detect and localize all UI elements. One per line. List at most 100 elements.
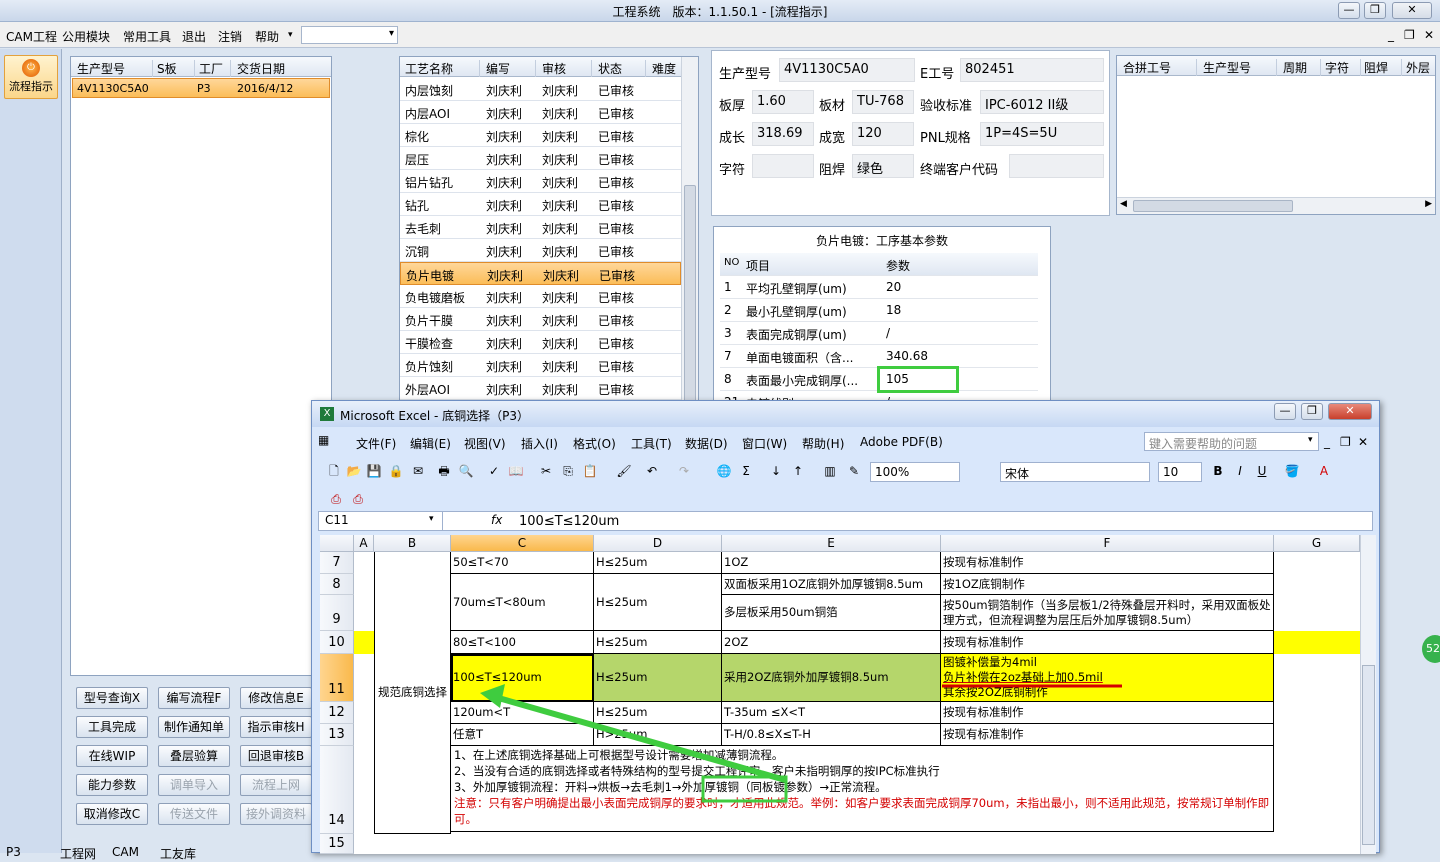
excel-menu-insert[interactable]: 插入(I) [521,435,558,452]
panel-hscrollbar[interactable]: ◀ ▶ [1117,197,1435,214]
print-icon[interactable]: 🖶 [436,463,452,479]
capability-button[interactable]: 能力参数 [76,774,148,796]
col-header-a[interactable]: A [354,535,374,552]
row-header-13[interactable]: 13 [320,724,354,746]
cell-e10[interactable]: 2OZ [722,631,941,654]
online-wip-button[interactable]: 在线WIP [76,745,148,767]
table-row[interactable]: 负片电镀 刘庆利 刘庆利 已审核 [400,262,681,285]
row-header-11[interactable]: 11 [320,654,354,702]
font-select[interactable]: 宋体 [1000,462,1150,482]
customer-code-field[interactable] [1009,154,1104,178]
table-row[interactable]: 负电镀磨板 刘庆利 刘庆利 已审核 [400,285,681,308]
flow-indicator-button[interactable]: ⏻ 流程指示 [4,55,58,99]
fx-icon[interactable]: fx [491,513,502,527]
table-row[interactable]: 3 表面完成铜厚(um) / [720,322,1038,345]
name-box[interactable]: C11 [319,512,443,530]
cell-e8[interactable]: 双面板采用1OZ底铜外加厚镀铜8.5um [722,574,941,595]
cell-a10[interactable] [354,631,374,654]
col-header-sboard[interactable]: S板 [157,60,195,77]
tab-p3[interactable]: P3 [6,845,21,859]
table-row[interactable]: 干膜检查 刘庆利 刘庆利 已审核 [400,331,681,354]
scroll-left-icon[interactable]: ◀ [1120,199,1127,209]
cut-icon[interactable]: ✂ [538,463,554,479]
cell-e9[interactable]: 多层板采用50um铜箔 [722,595,941,631]
pdf-convert-icon[interactable]: ⎙ [328,491,344,507]
tab-engineering-net[interactable]: 工程网 [60,845,96,862]
worksheet-grid[interactable]: A B C D E F G 7 8 9 10 11 12 13 14 15 规范… [320,535,1360,854]
cell-f10[interactable]: 按现有标准制作 [941,631,1274,654]
cell-c12[interactable]: 120um<T [451,702,594,724]
preview-icon[interactable]: 🔍 [458,463,474,479]
excel-menu-file[interactable]: 文件(F) [356,435,396,452]
cell-f13[interactable]: 按现有标准制作 [941,724,1274,746]
table-row[interactable]: 1 平均孔壁铜厚(um) 20 [720,276,1038,299]
name-box-dropdown-icon[interactable]: ▾ [429,514,434,524]
table-row[interactable]: 去毛刺 刘庆利 刘庆利 已审核 [400,216,681,239]
paste-icon[interactable]: 📋 [582,463,598,479]
cancel-edit-button[interactable]: 取消修改C [76,803,148,825]
select-all[interactable] [320,535,354,552]
col-header-difficulty[interactable]: 难度 [652,60,682,77]
model-query-button[interactable]: 型号查询X [76,687,148,709]
width-field[interactable]: 120 [852,122,914,146]
col-header-date[interactable]: 交货日期 [237,60,327,77]
doc-minimize-icon[interactable]: _ [1324,435,1330,449]
excel-menu-window[interactable]: 窗口(W) [742,435,787,452]
material-field[interactable]: TU-768 [852,90,914,114]
mdi-restore-icon[interactable]: ❐ [1404,28,1415,42]
eno-field[interactable]: 802451 [960,58,1104,82]
drawing-icon[interactable]: ✎ [846,463,862,479]
fill-color-icon[interactable]: 🪣 [1284,463,1300,479]
cell-d11[interactable]: H≤25um [594,654,722,702]
col-header-status[interactable]: 状态 [598,60,646,77]
table-row[interactable]: 外层AOI 刘庆利 刘庆利 已审核 [400,377,681,400]
excel-menu-view[interactable]: 视图(V) [464,435,506,452]
pdf-email-icon[interactable]: ⎙ [350,491,366,507]
import-order-button[interactable]: 调单导入 [158,774,230,796]
col-header-char[interactable]: 字符 [1325,59,1361,76]
notes-cell[interactable]: 1、在上述底铜选择基础上可根据型号设计需要增加减薄铜流程。 2、当没有合适的底铜… [451,746,1274,832]
open-icon[interactable]: 📂 [346,463,362,479]
table-row[interactable]: 内层蚀刻 刘庆利 刘庆利 已审核 [400,78,681,101]
scroll-thumb[interactable] [684,185,696,405]
soldermask-field[interactable]: 绿色 [852,154,914,178]
maximize-button[interactable]: ❐ [1364,2,1386,19]
col-header-mask[interactable]: 阻焊 [1364,59,1402,76]
cell-c11[interactable]: 100≤T≤120um [451,654,594,702]
underline-icon[interactable]: U [1254,463,1270,479]
copy-icon[interactable]: ⎘ [560,463,576,479]
scroll-right-icon[interactable]: ▶ [1425,199,1432,209]
col-header-reviewer[interactable]: 审核 [542,60,592,77]
row-header-9[interactable]: 9 [320,595,354,631]
cell-c7[interactable]: 50≤T<70 [451,552,594,574]
menu-logout[interactable]: 注销 [218,28,242,45]
excel-menu-adobe[interactable]: Adobe PDF(B) [860,435,943,449]
mdi-minimize-icon[interactable]: _ [1388,28,1394,42]
side-badge[interactable]: 52 [1422,635,1440,663]
col-header-e[interactable]: E [722,535,941,552]
zoom-select[interactable]: 100% [870,462,960,482]
table-row[interactable]: 钻孔 刘庆利 刘庆利 已审核 [400,193,681,216]
row-header-7[interactable]: 7 [320,552,354,574]
table-row[interactable]: 7 单面电镀面积（含... 340.68 [720,345,1038,368]
email-icon[interactable]: ✉ [410,463,426,479]
col-header-d[interactable]: D [594,535,722,552]
send-file-button[interactable]: 传送文件 [158,803,230,825]
standard-field[interactable]: IPC-6012 II级 [980,90,1104,114]
thickness-field[interactable]: 1.60 [752,90,814,114]
excel-doc-icon[interactable]: ▦ [318,433,329,447]
stackup-check-button[interactable]: 叠层验算 [158,745,230,767]
spelling-icon[interactable]: ✓ [486,463,502,479]
table-row[interactable]: 负片蚀刻 刘庆利 刘庆利 已审核 [400,354,681,377]
research-icon[interactable]: 📖 [508,463,524,479]
cell-c13[interactable]: 任意T [451,724,594,746]
pnl-field[interactable]: 1P=4S=5U [980,122,1104,146]
new-icon[interactable]: 🗋 [326,463,342,479]
italic-icon[interactable]: I [1232,463,1248,479]
cell-e13[interactable]: T-H/0.8≤X≤T-H [722,724,941,746]
table-row[interactable]: 内层AOI 刘庆利 刘庆利 已审核 [400,101,681,124]
cell-f11[interactable]: 图镀补偿量为4mil 负片补偿在2oz基础上加0.5mil 其余按2OZ底铜制作 [941,654,1274,702]
menu-public[interactable]: 公用模块 [62,28,110,45]
tab-library[interactable]: 工友库 [160,845,196,862]
cell-d9[interactable]: H≤25um [594,574,722,631]
